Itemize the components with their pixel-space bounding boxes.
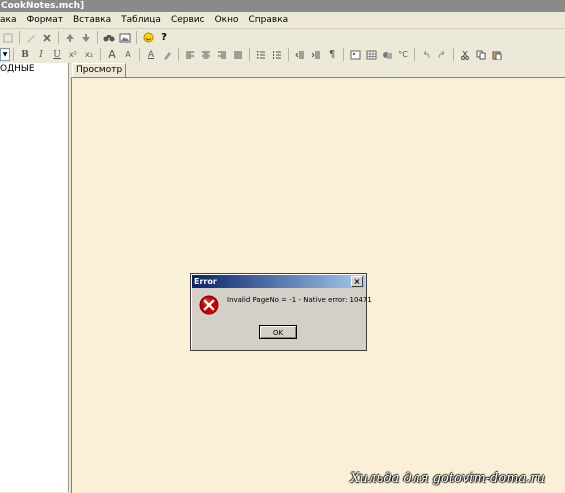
numbered-list-icon[interactable]	[270, 48, 284, 62]
font-larger-button[interactable]: A	[105, 48, 119, 62]
toolbar-separator	[178, 48, 179, 61]
undo-icon[interactable]	[419, 48, 433, 62]
close-button[interactable]: ×	[351, 276, 363, 287]
align-right-icon[interactable]	[215, 48, 229, 62]
dialog-message: Invalid PageNo = -1 - Native error: 1047…	[227, 296, 372, 304]
smiley-icon[interactable]	[141, 31, 155, 45]
save-icon[interactable]	[1, 31, 15, 45]
align-justify-icon[interactable]	[231, 48, 245, 62]
help-icon[interactable]: ?	[157, 31, 171, 45]
toolbar-separator	[249, 48, 250, 61]
ok-button[interactable]: OK	[259, 325, 297, 339]
temperature-icon[interactable]: °C	[396, 48, 410, 62]
insert-table-icon[interactable]	[364, 48, 378, 62]
dialog-title-bar: Error ×	[192, 275, 365, 288]
toolbar-separator	[139, 48, 140, 61]
menu-table[interactable]: Таблица	[116, 12, 166, 28]
watermark: Хильда для gotovim-doma.ru	[350, 471, 545, 486]
dialog-title: Error	[194, 277, 217, 286]
picture-icon[interactable]	[118, 31, 132, 45]
align-center-icon[interactable]	[199, 48, 213, 62]
cut-icon[interactable]	[458, 48, 472, 62]
toolbar-separator	[100, 48, 101, 61]
menu-insert[interactable]: Вставка	[68, 12, 116, 28]
toolbar-separator	[414, 48, 415, 61]
toolbar-separator	[97, 31, 98, 44]
copy-icon[interactable]	[474, 48, 488, 62]
tab-strip: Просмотр	[71, 63, 565, 77]
arrow-up-icon[interactable]	[63, 31, 77, 45]
tab-preview[interactable]: Просмотр	[72, 63, 127, 77]
toolbar-separator	[58, 31, 59, 44]
bold-button[interactable]: B	[18, 48, 32, 62]
delete-icon[interactable]	[40, 31, 54, 45]
toolbar-separator	[453, 48, 454, 61]
window-title: CookNotes.mch]	[1, 1, 85, 11]
toolbar-separator	[19, 31, 20, 44]
error-icon	[199, 295, 219, 315]
underline-button[interactable]: U	[50, 48, 64, 62]
binoculars-icon[interactable]	[102, 31, 116, 45]
align-left-icon[interactable]	[183, 48, 197, 62]
menu-bar: ака Формат Вставка Таблица Сервис Окно С…	[0, 12, 565, 29]
redo-icon[interactable]	[435, 48, 449, 62]
toolbar-separator	[13, 48, 14, 61]
toolbar-separator	[343, 48, 344, 61]
indent-icon[interactable]	[309, 48, 323, 62]
subscript-button[interactable]: x₂	[82, 48, 96, 62]
menu-window[interactable]: Окно	[210, 12, 244, 28]
insert-object-icon[interactable]	[380, 48, 394, 62]
tree-item[interactable]: ОДНЫЕ	[0, 63, 68, 74]
italic-button[interactable]: I	[34, 48, 48, 62]
arrow-down-icon[interactable]	[79, 31, 93, 45]
pilcrow-icon[interactable]: ¶	[325, 48, 339, 62]
format-toolbar: ▼ B I U x² x₂ A A A ¶ °C	[0, 46, 565, 64]
menu-file[interactable]: ака	[0, 12, 21, 28]
outdent-icon[interactable]	[293, 48, 307, 62]
insert-image-icon[interactable]	[348, 48, 362, 62]
font-color-button[interactable]: A	[144, 48, 158, 62]
font-combo-dropdown[interactable]: ▼	[0, 48, 10, 61]
edit-icon[interactable]	[24, 31, 38, 45]
bullet-list-icon[interactable]	[254, 48, 268, 62]
font-smaller-button[interactable]: A	[121, 48, 135, 62]
menu-format[interactable]: Формат	[21, 12, 68, 28]
highlight-icon[interactable]	[160, 48, 174, 62]
menu-help[interactable]: Справка	[244, 12, 294, 28]
toolbar-separator	[288, 48, 289, 61]
error-dialog: Error × Invalid PageNo = -1 - Native err…	[190, 273, 372, 351]
tree-panel: ОДНЫЕ	[0, 63, 69, 492]
superscript-button[interactable]: x²	[66, 48, 80, 62]
window-title-bar: CookNotes.mch]	[0, 0, 565, 12]
menu-service[interactable]: Сервис	[166, 12, 210, 28]
main-toolbar: ?	[0, 29, 565, 47]
toolbar-separator	[136, 31, 137, 44]
paste-icon[interactable]	[490, 48, 504, 62]
